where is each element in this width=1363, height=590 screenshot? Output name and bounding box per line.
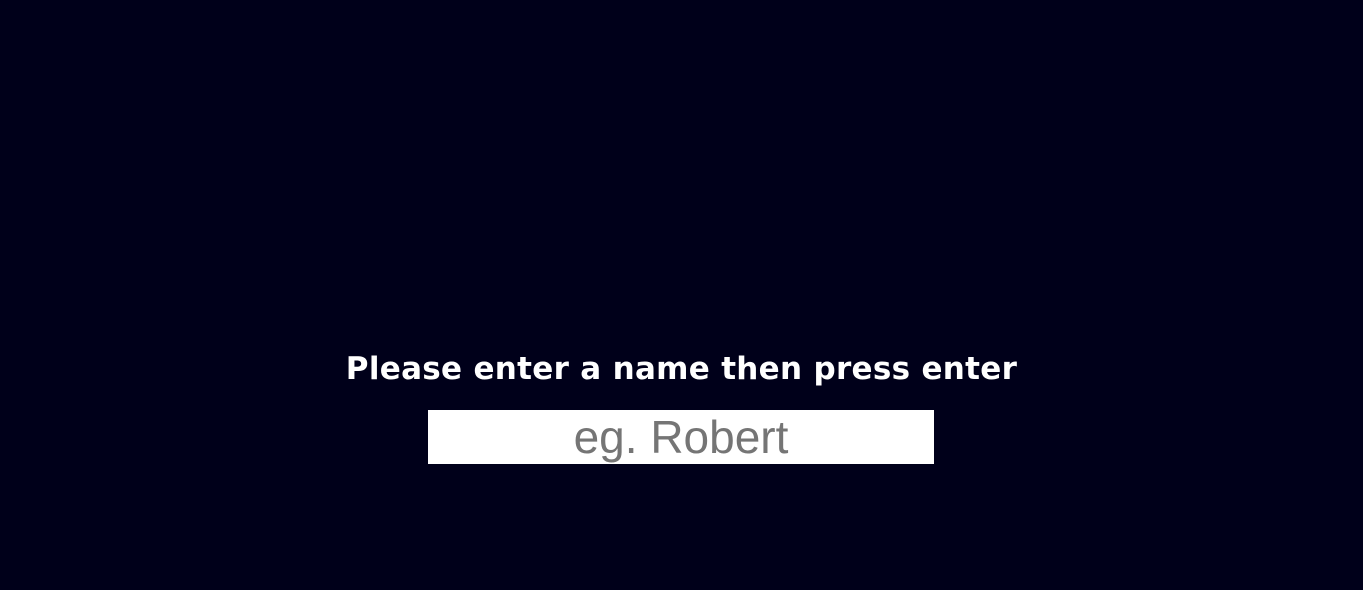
name-input[interactable] bbox=[428, 410, 934, 464]
name-entry-screen: Please enter a name then press enter bbox=[0, 0, 1363, 590]
name-prompt-heading: Please enter a name then press enter bbox=[345, 351, 1018, 387]
